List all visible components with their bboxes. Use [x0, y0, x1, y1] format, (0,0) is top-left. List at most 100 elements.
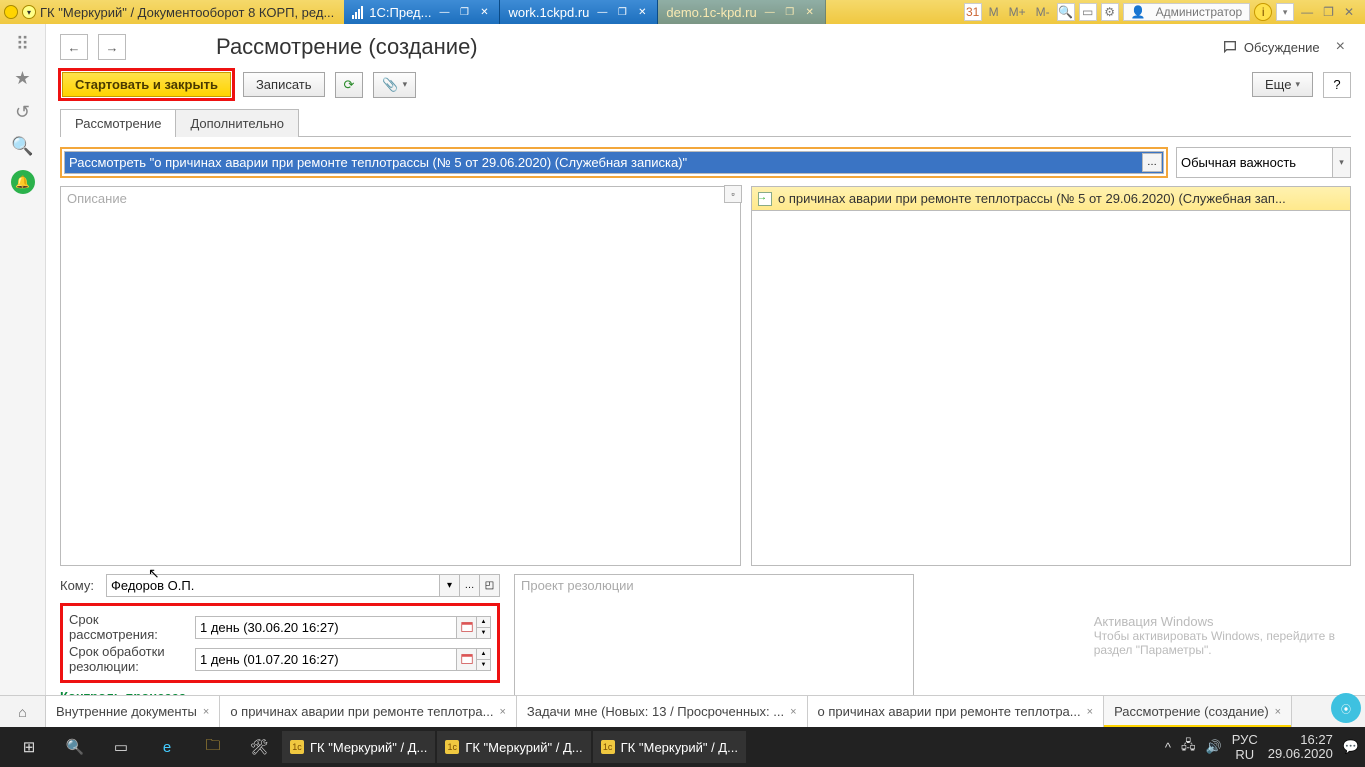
tab-minimize-icon[interactable]: — [437, 5, 451, 19]
tray-lang1[interactable]: РУС [1232, 732, 1258, 747]
tab-minimize-icon[interactable]: — [595, 5, 609, 19]
importance-select[interactable]: Обычная важность [1176, 147, 1333, 178]
review-deadline-input[interactable] [195, 616, 457, 639]
refresh-button[interactable]: ⟳ [335, 72, 364, 98]
resolution-project-textarea[interactable]: Проект резолюции [514, 574, 914, 709]
tray-network-icon[interactable]: 🖧 [1181, 736, 1196, 758]
tab-close-icon[interactable]: ✕ [803, 5, 817, 19]
window-list-icon[interactable]: ▭ [1079, 3, 1097, 21]
importance-dropdown-button[interactable]: ▾ [1333, 147, 1351, 178]
attach-dropdown-button[interactable]: 📎 [373, 72, 416, 98]
resolution-deadline-input[interactable] [195, 648, 457, 671]
recipient-open-button[interactable]: ◰ [480, 574, 500, 597]
app-tab-5[interactable]: Рассмотрение (создание)× [1104, 696, 1292, 727]
recipient-label: Кому: [60, 578, 100, 593]
search-icon[interactable]: 🔍 [11, 136, 35, 156]
nav-back-button[interactable]: ← [60, 34, 88, 60]
toolbar: Стартовать и закрыть Записать ⟳ 📎 Еще ? [46, 66, 1365, 109]
window-restore-icon[interactable]: ❐ [1320, 5, 1337, 19]
apps-grid-icon[interactable]: ⠿ [11, 34, 35, 54]
tab-close-icon[interactable]: × [499, 706, 505, 718]
app-icon[interactable]: 🛠 [236, 727, 282, 767]
left-sidebar: ⠿ ★ ↺ 🔍 🔔 [0, 24, 46, 727]
taskbar-search-icon[interactable]: 🔍 [52, 727, 98, 767]
app-tab-2[interactable]: о причинах аварии при ремонте теплотра..… [220, 696, 517, 727]
form-tabs: Рассмотрение Дополнительно [60, 109, 1351, 137]
app-menu-dropdown[interactable]: ▾ [22, 5, 36, 19]
mem-mminus[interactable]: M- [1033, 5, 1053, 19]
app-tab-1[interactable]: Внутренние документы× [46, 696, 220, 727]
mem-mplus[interactable]: M+ [1006, 5, 1029, 19]
browser-tab-3[interactable]: demo.1c-kpd.ru — ❐ ✕ [658, 0, 825, 24]
mem-m[interactable]: M [986, 5, 1002, 19]
tab-close-icon[interactable]: × [1087, 706, 1093, 718]
info-dropdown[interactable]: ▾ [1276, 3, 1294, 21]
tab-close-icon[interactable]: × [203, 706, 209, 718]
tab-close-icon[interactable]: × [1275, 706, 1281, 718]
resolution-deadline-spinner[interactable]: ▲▼ [477, 648, 491, 671]
subject-field-wrap: … [60, 147, 1168, 178]
nav-forward-button[interactable]: → [98, 34, 126, 60]
explorer-icon[interactable]: 🗀 [190, 727, 236, 767]
support-chat-bubble[interactable]: ⦿ [1331, 693, 1361, 723]
tab-restore-icon[interactable]: ❐ [783, 5, 797, 19]
browser-tab-1[interactable]: 1С:Пред... — ❐ ✕ [344, 0, 500, 24]
close-form-button[interactable]: × [1330, 38, 1351, 56]
tab-restore-icon[interactable]: ❐ [615, 5, 629, 19]
subject-input[interactable] [64, 151, 1164, 174]
recipient-row: Кому: ▾ … ◰ [60, 574, 500, 597]
tab-restore-icon[interactable]: ❐ [457, 5, 471, 19]
taskbar-app-3[interactable]: 1cГК "Меркурий" / Д... [593, 731, 746, 763]
home-tab-button[interactable]: ⌂ [0, 696, 46, 727]
tab-minimize-icon[interactable]: — [763, 5, 777, 19]
recipient-input[interactable] [106, 574, 440, 597]
settings-icon[interactable]: ⚙ [1101, 3, 1119, 21]
review-deadline-spinner[interactable]: ▲▼ [477, 616, 491, 639]
description-textarea[interactable]: Описание ▫ [60, 186, 741, 566]
tray-up-icon[interactable]: ^ [1165, 740, 1171, 755]
taskbar-app-1[interactable]: 1cГК "Меркурий" / Д... [282, 731, 435, 763]
tab-close-icon[interactable]: × [790, 706, 796, 718]
tab-review[interactable]: Рассмотрение [60, 109, 176, 137]
window-minimize-icon[interactable]: — [1298, 5, 1316, 19]
tab-close-icon[interactable]: ✕ [635, 5, 649, 19]
task-view-icon[interactable]: ▭ [98, 727, 144, 767]
start-button[interactable]: ⊞ [6, 727, 52, 767]
taskbar-app-2[interactable]: 1cГК "Меркурий" / Д... [437, 731, 590, 763]
tab-label: 1С:Пред... [369, 5, 431, 20]
expand-description-button[interactable]: ▫ [724, 185, 742, 203]
tab-close-icon[interactable]: ✕ [477, 5, 491, 19]
signal-icon [352, 6, 363, 19]
help-button[interactable]: ? [1323, 72, 1351, 98]
recipient-picker-button[interactable]: … [460, 574, 480, 597]
windows-taskbar: ⊞ 🔍 ▭ e 🗀 🛠 1cГК "Меркурий" / Д... 1cГК … [0, 727, 1365, 767]
more-button[interactable]: Еще [1252, 72, 1313, 97]
discussion-button[interactable]: Обсуждение [1222, 39, 1320, 55]
browser-tab-2[interactable]: work.1ckpd.ru — ❐ ✕ [500, 0, 658, 24]
current-user[interactable]: 👤Администратор [1123, 3, 1251, 21]
favorites-icon[interactable]: ★ [11, 68, 35, 88]
history-icon[interactable]: ↺ [11, 102, 35, 122]
tray-lang2[interactable]: RU [1232, 747, 1258, 762]
resolution-deadline-label: Срок обработки резолюции: [69, 644, 189, 674]
info-icon[interactable]: i [1254, 3, 1272, 21]
calendar-button[interactable] [457, 616, 477, 639]
zoom-icon[interactable]: 🔍 [1057, 3, 1075, 21]
window-close-icon[interactable]: ✕ [1341, 5, 1357, 19]
app-tab-4[interactable]: о причинах аварии при ремонте теплотра..… [808, 696, 1105, 727]
write-button[interactable]: Записать [243, 72, 325, 97]
notifications-icon[interactable]: 🔔 [11, 170, 35, 194]
calendar-button[interactable] [457, 648, 477, 671]
tray-date: 29.06.2020 [1268, 747, 1333, 761]
tab-additional[interactable]: Дополнительно [175, 109, 299, 137]
attachment-header[interactable]: о причинах аварии при ремонте теплотрасс… [751, 186, 1351, 211]
subject-picker-button[interactable]: … [1142, 153, 1162, 172]
calendar-icon[interactable]: 31 [964, 3, 982, 21]
resolution-placeholder: Проект резолюции [521, 578, 634, 593]
recipient-dropdown-button[interactable]: ▾ [440, 574, 460, 597]
app-tab-3[interactable]: Задачи мне (Новых: 13 / Просроченных: ..… [517, 696, 808, 727]
start-and-close-button[interactable]: Стартовать и закрыть [62, 72, 231, 97]
tray-volume-icon[interactable]: 🔊 [1206, 739, 1222, 755]
edge-icon[interactable]: e [144, 727, 190, 767]
tray-notifications-icon[interactable]: 💬 [1343, 739, 1359, 755]
